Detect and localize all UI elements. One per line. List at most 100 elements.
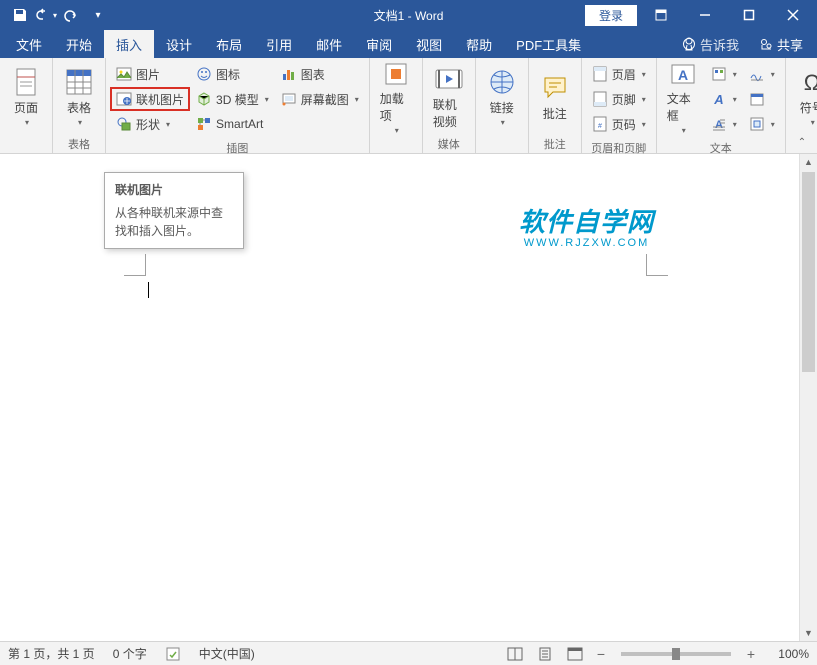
group-media: 联机视频 媒体 xyxy=(423,58,476,153)
scroll-up-button[interactable]: ▲ xyxy=(800,154,817,170)
pictures-label: 图片 xyxy=(136,66,160,83)
online-pictures-label: 联机图片 xyxy=(136,91,184,108)
signature-icon xyxy=(749,66,765,82)
margin-mark xyxy=(124,254,146,276)
tab-file[interactable]: 文件 xyxy=(4,30,54,58)
symbol-button[interactable]: Ω 符号 ▾ xyxy=(790,60,817,134)
date-icon xyxy=(749,91,765,107)
screenshot-button[interactable]: 屏幕截图 ▾ xyxy=(275,87,365,111)
print-layout-button[interactable] xyxy=(533,644,557,664)
vertical-scrollbar[interactable]: ▲ ▼ xyxy=(799,154,817,641)
share-button[interactable]: 共享 xyxy=(749,35,813,54)
qat-customize[interactable]: ▾ xyxy=(86,3,110,27)
tab-home[interactable]: 开始 xyxy=(54,30,104,58)
header-icon xyxy=(592,66,608,82)
wordart-button[interactable]: A ▾ xyxy=(705,87,743,111)
title-bar: ▾ ▾ 文档1 - Word 登录 xyxy=(0,0,817,30)
icons-icon xyxy=(196,66,212,82)
header-button[interactable]: 页眉 ▾ xyxy=(586,62,652,86)
online-picture-icon xyxy=(116,91,132,107)
tooltip: 联机图片 从各种联机来源中查找和插入图片。 xyxy=(104,172,244,249)
dropdown-arrow-icon: ▾ xyxy=(78,118,82,127)
page-number-icon: # xyxy=(592,116,608,132)
tell-me-search[interactable]: 告诉我 xyxy=(672,35,749,54)
language[interactable]: 中文(中国) xyxy=(199,645,255,662)
page-icon xyxy=(11,67,41,97)
chart-label: 图表 xyxy=(301,66,325,83)
smartart-button[interactable]: SmartArt xyxy=(190,112,275,136)
icons-button[interactable]: 图标 xyxy=(190,62,275,86)
close-button[interactable] xyxy=(773,0,813,30)
comment-button[interactable]: 批注 xyxy=(533,60,577,134)
smartart-icon xyxy=(196,116,212,132)
spell-check-icon[interactable] xyxy=(165,646,181,662)
addins-button[interactable]: 加载项 ▾ xyxy=(374,60,418,134)
zoom-slider[interactable] xyxy=(621,652,731,656)
chart-button[interactable]: 图表 xyxy=(275,62,365,86)
tab-review[interactable]: 审阅 xyxy=(354,30,404,58)
table-button[interactable]: 表格 ▾ xyxy=(57,60,101,134)
page-count[interactable]: 第 1 页，共 1 页 xyxy=(8,645,95,662)
dropdown-arrow-icon: ▾ xyxy=(771,120,775,129)
ribbon-display-options[interactable] xyxy=(641,0,681,30)
scrollbar-thumb[interactable] xyxy=(802,172,815,372)
pictures-button[interactable]: 图片 xyxy=(110,62,190,86)
scroll-down-button[interactable]: ▼ xyxy=(800,625,817,641)
comment-icon xyxy=(540,73,570,103)
date-time-button[interactable] xyxy=(743,87,781,111)
svg-text:A: A xyxy=(678,67,688,83)
drop-cap-button[interactable]: A ▾ xyxy=(705,112,743,136)
tab-mailings[interactable]: 邮件 xyxy=(304,30,354,58)
shapes-button[interactable]: 形状 ▾ xyxy=(110,112,190,136)
login-button[interactable]: 登录 xyxy=(585,5,637,26)
collapse-ribbon-button[interactable]: ⌃ xyxy=(793,133,811,151)
tab-help[interactable]: 帮助 xyxy=(454,30,504,58)
tab-references[interactable]: 引用 xyxy=(254,30,304,58)
footer-icon xyxy=(592,91,608,107)
dropdown-arrow-icon: ▾ xyxy=(733,120,737,129)
zoom-level[interactable]: 100% xyxy=(765,647,809,661)
page-number-button[interactable]: # 页码 ▾ xyxy=(586,112,652,136)
link-label: 链接 xyxy=(490,99,514,116)
object-button[interactable]: ▾ xyxy=(743,112,781,136)
screenshot-icon xyxy=(281,91,297,107)
textbox-button[interactable]: A 文本框 ▾ xyxy=(661,60,705,134)
undo-button[interactable]: ▾ xyxy=(34,3,58,27)
tab-view[interactable]: 视图 xyxy=(404,30,454,58)
minimize-button[interactable] xyxy=(685,0,725,30)
tab-pdf[interactable]: PDF工具集 xyxy=(504,30,593,58)
window-title: 文档1 - Word xyxy=(374,7,444,24)
pages-button[interactable]: 页面 ▾ xyxy=(4,60,48,134)
svg-text:Ω: Ω xyxy=(804,70,817,95)
3d-models-button[interactable]: 3D 模型 ▾ xyxy=(190,87,275,111)
quick-parts-button[interactable]: ▾ xyxy=(705,62,743,86)
footer-button[interactable]: 页脚 ▾ xyxy=(586,87,652,111)
dropdown-arrow-icon: ▾ xyxy=(642,95,646,104)
zoom-in-button[interactable]: + xyxy=(743,644,759,664)
dropdown-arrow-icon: ▾ xyxy=(355,95,359,104)
symbol-icon: Ω xyxy=(797,67,817,97)
online-pictures-button[interactable]: 联机图片 xyxy=(110,87,190,111)
web-layout-button[interactable] xyxy=(563,644,587,664)
maximize-button[interactable] xyxy=(729,0,769,30)
tab-design[interactable]: 设计 xyxy=(154,30,204,58)
zoom-out-button[interactable]: − xyxy=(593,644,609,664)
smartart-label: SmartArt xyxy=(216,117,263,131)
tab-insert[interactable]: 插入 xyxy=(104,30,154,58)
online-video-button[interactable]: 联机视频 xyxy=(427,60,471,134)
chart-icon xyxy=(281,66,297,82)
icons-label: 图标 xyxy=(216,66,240,83)
group-label xyxy=(4,138,48,153)
header-label: 页眉 xyxy=(612,66,636,83)
read-mode-button[interactable] xyxy=(503,644,527,664)
group-label xyxy=(374,138,418,153)
pages-label: 页面 xyxy=(14,99,38,116)
tab-layout[interactable]: 布局 xyxy=(204,30,254,58)
save-button[interactable] xyxy=(8,3,32,27)
parts-icon xyxy=(711,66,727,82)
signature-button[interactable]: ▾ xyxy=(743,62,781,86)
redo-button[interactable] xyxy=(60,3,84,27)
zoom-slider-thumb[interactable] xyxy=(672,648,680,660)
link-button[interactable]: 链接 ▾ xyxy=(480,60,524,134)
word-count[interactable]: 0 个字 xyxy=(113,645,147,662)
